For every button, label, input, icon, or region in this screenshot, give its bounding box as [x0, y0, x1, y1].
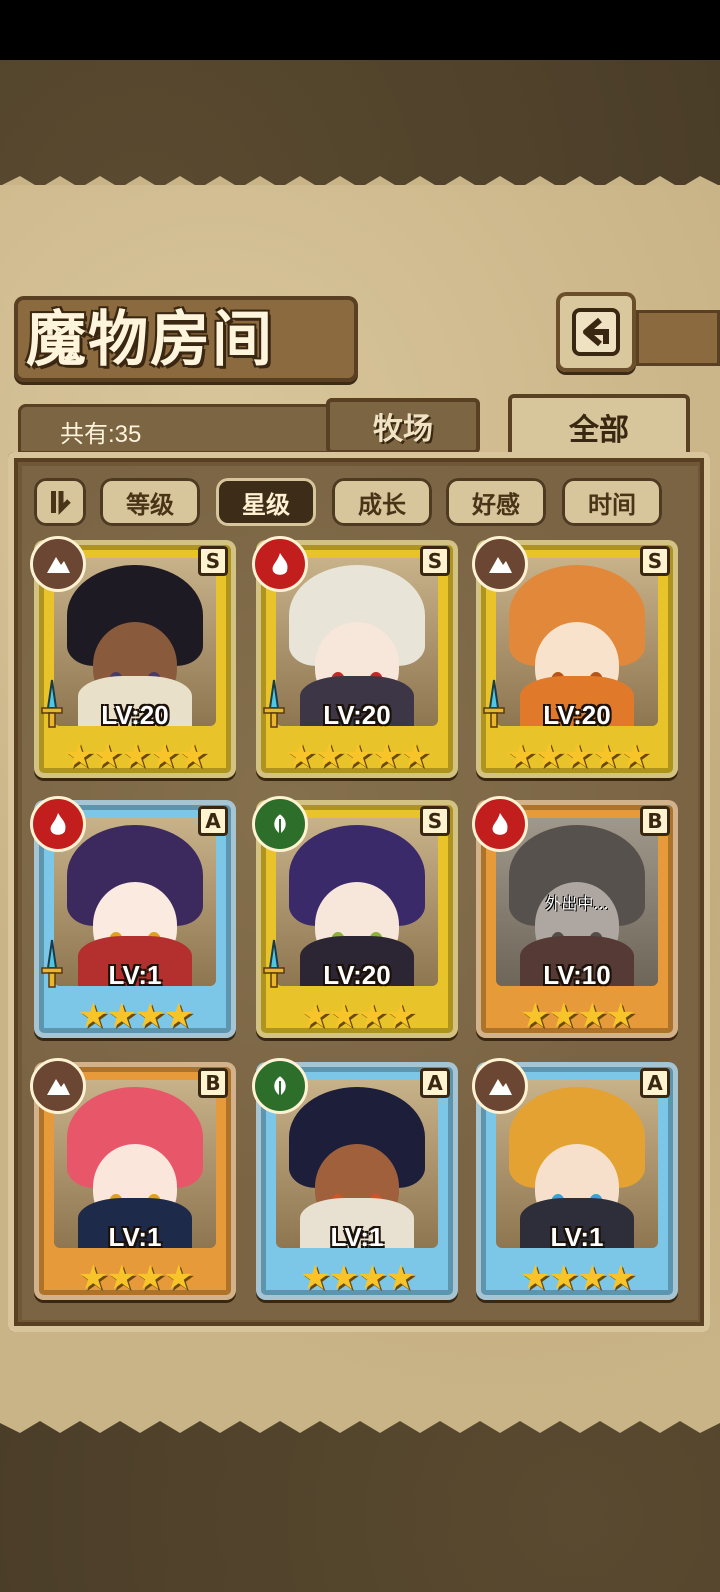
- rank-badge: S: [198, 546, 228, 576]
- back-button[interactable]: [556, 292, 636, 372]
- monster-level: LV:1: [330, 1222, 384, 1252]
- rank-badge: A: [198, 806, 228, 836]
- star-rating: ★★★★★: [285, 736, 430, 776]
- monster-card[interactable]: B LV:1 ★★★★: [30, 1058, 236, 1300]
- leaf-icon: [252, 796, 308, 852]
- earth-icon: [30, 1058, 86, 1114]
- sort-affection-button[interactable]: 好感: [446, 478, 546, 526]
- back-button-rail: [636, 310, 720, 366]
- earth-icon: [30, 536, 86, 592]
- rank-badge: A: [640, 1068, 670, 1098]
- sort-order-icon: [51, 491, 71, 516]
- sort-growth-button[interactable]: 成长: [332, 478, 432, 526]
- monster-card[interactable]: B 外出中... LV:10 ★★★★: [472, 796, 678, 1038]
- return-icon: [572, 308, 620, 356]
- star-rating: ★★★★★: [505, 736, 650, 776]
- monster-card[interactable]: S LV:20 ★★★★★: [472, 536, 678, 778]
- rank-badge: S: [420, 806, 450, 836]
- fire-icon: [252, 536, 308, 592]
- monster-level: LV:1: [550, 1222, 604, 1252]
- monster-card[interactable]: S LV:20 ★★★★: [252, 796, 458, 1038]
- rank-badge: B: [640, 806, 670, 836]
- monster-card[interactable]: S LV:20 ★★★★★: [252, 536, 458, 778]
- monster-level: LV:20: [323, 960, 391, 990]
- tab-all[interactable]: 全部: [508, 394, 690, 460]
- rank-badge: S: [420, 546, 450, 576]
- fire-icon: [472, 796, 528, 852]
- monster-count: 共有:35: [60, 421, 142, 448]
- sort-level-button[interactable]: 等级: [100, 478, 200, 526]
- rank-badge: A: [420, 1068, 450, 1098]
- fire-icon: [30, 796, 86, 852]
- star-rating: ★★★★: [520, 996, 636, 1036]
- monster-card[interactable]: A LV:1 ★★★★: [30, 796, 236, 1038]
- away-status: 外出中...: [545, 894, 609, 913]
- star-rating: ★★★★: [78, 996, 194, 1036]
- monster-level: LV:20: [101, 700, 169, 730]
- monster-level: LV:20: [543, 700, 611, 730]
- earth-icon: [472, 1058, 528, 1114]
- status-bar-area: [0, 0, 720, 60]
- rank-badge: S: [640, 546, 670, 576]
- tab-ranch[interactable]: 牧场: [326, 398, 480, 454]
- rank-badge: B: [198, 1068, 228, 1098]
- star-rating: ★★★★: [520, 1258, 636, 1298]
- monster-level: LV:1: [108, 960, 162, 990]
- page-title: 魔物房间: [26, 305, 274, 375]
- panel-bottom-edge: [0, 1405, 720, 1433]
- earth-icon: [472, 536, 528, 592]
- monster-level: LV:1: [108, 1222, 162, 1252]
- leaf-icon: [252, 1058, 308, 1114]
- monster-level: LV:10: [543, 960, 611, 990]
- sort-order-toggle[interactable]: [34, 478, 86, 526]
- monster-card[interactable]: S LV:20 ★★★★★: [30, 536, 236, 778]
- monster-level: LV:20: [323, 700, 391, 730]
- star-rating: ★★★★: [78, 1258, 194, 1298]
- monster-card[interactable]: A LV:1 ★★★★: [472, 1058, 678, 1300]
- monster-card[interactable]: A LV:1 ★★★★: [252, 1058, 458, 1300]
- star-rating: ★★★★★: [63, 736, 208, 776]
- sort-star-button[interactable]: 星级: [216, 478, 316, 526]
- star-rating: ★★★★: [300, 1258, 416, 1298]
- sort-time-button[interactable]: 时间: [562, 478, 662, 526]
- star-rating: ★★★★: [300, 996, 416, 1036]
